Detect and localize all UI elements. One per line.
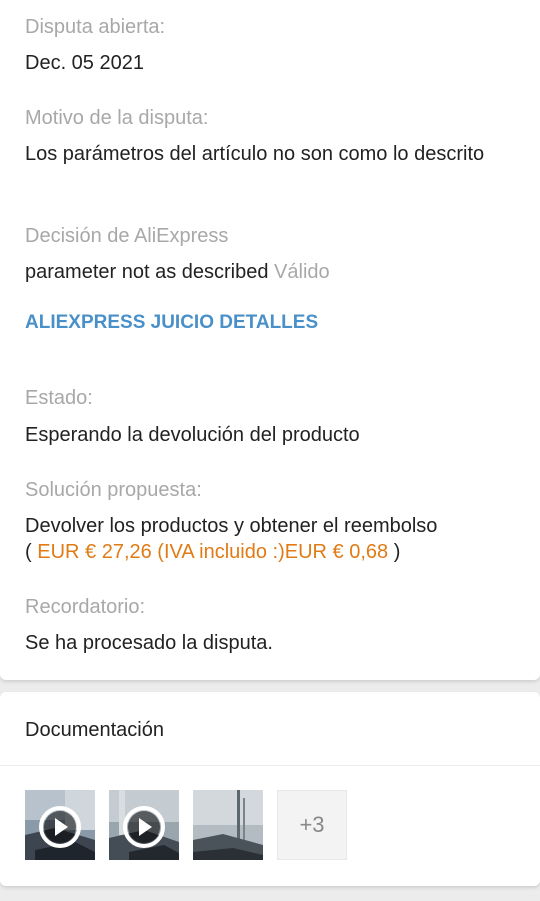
dispute-reason-value: Los parámetros del artículo no son como … [25, 143, 485, 165]
solution-amount-row: ( EUR € 27,26 (IVA incluido :)EUR € 0,68… [25, 539, 515, 565]
play-icon [123, 806, 165, 848]
solution-value-block: Devolver los productos y obtener el reem… [25, 513, 515, 565]
solution-open-paren: ( [25, 541, 32, 563]
status-label: Estado: [25, 387, 93, 409]
decision-value-row: parameter not as described Válido [25, 259, 515, 285]
reminder-value: Se ha procesado la disputa. [25, 632, 273, 654]
dispute-opened-label: Disputa abierta: [25, 16, 166, 38]
documentation-title: Documentación [25, 719, 164, 741]
dispute-reason-label: Motivo de la disputa: [25, 107, 209, 129]
more-attachments-button[interactable]: +3 [277, 790, 347, 860]
documentation-card: Documentación +3 [0, 692, 540, 886]
dispute-opened-date: Dec. 05 2021 [25, 52, 144, 74]
image-thumbnail-3[interactable] [193, 790, 263, 860]
decision-status: Válido [274, 261, 330, 283]
solution-value: Devolver los productos y obtener el reem… [25, 515, 438, 537]
judgment-details-link[interactable]: ALIEXPRESS JUICIO DETALLES [25, 310, 318, 336]
solution-amount: EUR € 27,26 (IVA incluido :)EUR € 0,68 [37, 541, 389, 563]
video-thumbnail-2[interactable] [109, 790, 179, 860]
video-thumbnail-1[interactable] [25, 790, 95, 860]
solution-label: Solución propuesta: [25, 479, 202, 501]
dispute-details-card: Disputa abierta: Dec. 05 2021 Motivo de … [0, 0, 540, 680]
decision-value: parameter not as described [25, 261, 269, 283]
reminder-label: Recordatorio: [25, 596, 146, 618]
solution-close-paren: ) [393, 541, 401, 563]
status-value: Esperando la devolución del producto [25, 424, 360, 446]
decision-label: Decisión de AliExpress [25, 225, 229, 247]
documentation-divider [0, 765, 540, 766]
play-icon [39, 806, 81, 848]
